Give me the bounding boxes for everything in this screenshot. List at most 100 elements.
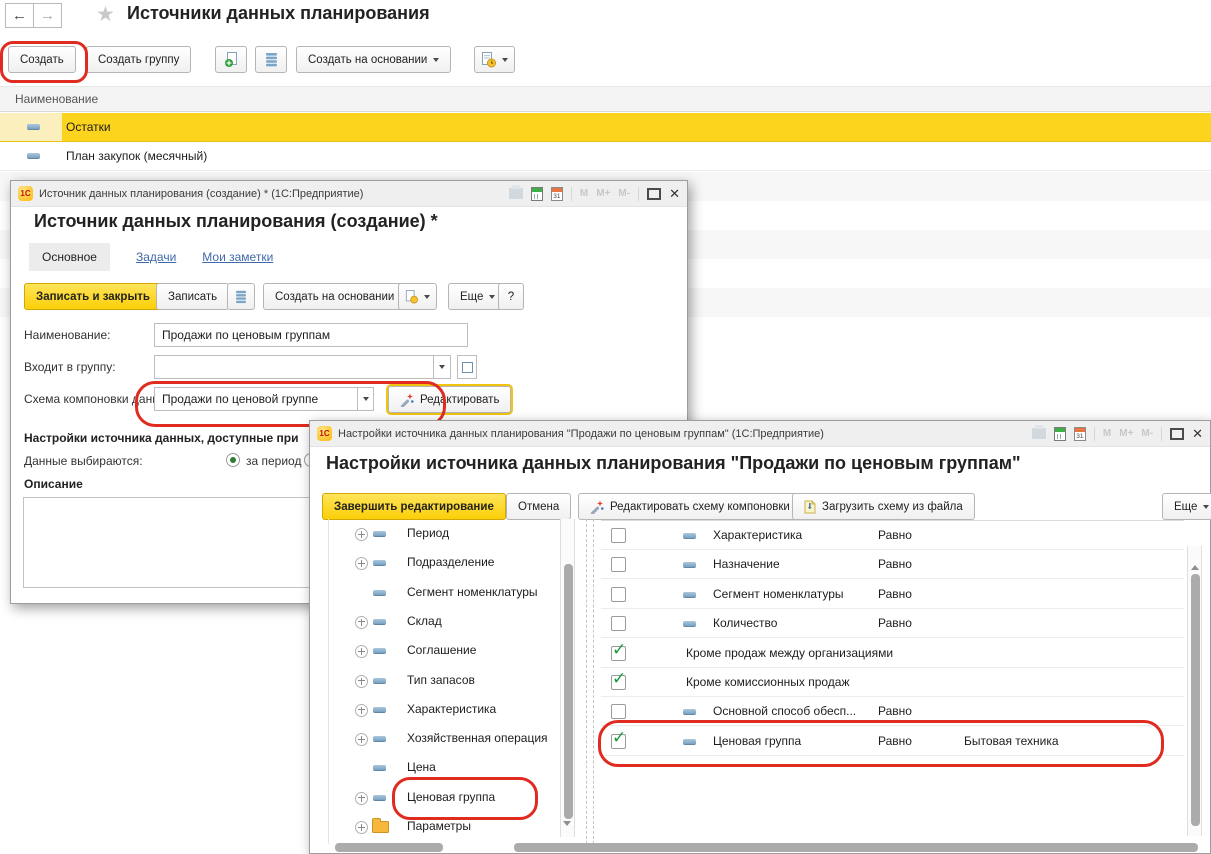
radio-for-period[interactable]: [226, 453, 240, 467]
calendar-icon[interactable]: 31: [551, 187, 563, 201]
tree-item-8[interactable]: Хозяйственная операция: [329, 724, 559, 753]
close-icon[interactable]: ✕: [1192, 427, 1203, 440]
condition-label: Кроме комиссионных продаж: [686, 675, 849, 689]
conditions-scrollbar-thumb[interactable]: [1191, 574, 1200, 826]
checkbox-unchecked[interactable]: [611, 557, 626, 572]
dialog1-titlebar[interactable]: 1С Источник данных планирования (создани…: [11, 181, 687, 207]
save-button[interactable]: Записать: [156, 283, 229, 310]
create-button[interactable]: Создать: [8, 46, 76, 73]
tree-item-2[interactable]: Подразделение: [329, 548, 559, 577]
calculator-icon[interactable]: [1054, 427, 1066, 441]
memory-m-plus-button[interactable]: M+: [1119, 428, 1133, 439]
checkbox-unchecked[interactable]: [611, 587, 626, 602]
conditions-hscrollbar-thumb[interactable]: [514, 843, 1198, 852]
condition-row[interactable]: Кроме продаж между организациями: [601, 639, 1184, 668]
forward-button[interactable]: →: [33, 3, 62, 28]
maximize-icon[interactable]: [647, 188, 661, 200]
save-and-close-button[interactable]: Записать и закрыть: [24, 283, 162, 310]
more-button[interactable]: Еще: [1162, 493, 1211, 520]
tree-item-9[interactable]: Цена: [329, 753, 559, 782]
close-icon[interactable]: ✕: [669, 187, 680, 200]
condition-row[interactable]: Ценовая группаРавноБытовая техника: [601, 727, 1184, 756]
list-row[interactable]: Остатки: [0, 113, 1211, 142]
tree-item-3[interactable]: Сегмент номенклатуры: [329, 578, 559, 607]
tree-item-10[interactable]: Ценовая группа: [329, 783, 559, 812]
expand-icon[interactable]: [355, 792, 368, 805]
condition-row[interactable]: ХарактеристикаРавно: [601, 521, 1184, 550]
tree-item-4[interactable]: Склад: [329, 607, 559, 636]
name-input[interactable]: Продажи по ценовым группам: [154, 323, 468, 347]
help-button[interactable]: ?: [498, 283, 524, 310]
memory-m-minus-button[interactable]: M-: [618, 188, 630, 199]
group-open-button[interactable]: [457, 355, 477, 379]
condition-row[interactable]: Сегмент номенклатурыРавно: [601, 580, 1184, 609]
print-icon[interactable]: [509, 188, 523, 199]
report-menu-button[interactable]: [474, 46, 515, 73]
edit-schema-button[interactable]: Редактировать: [388, 386, 511, 413]
tree-scroll-down-icon[interactable]: [563, 826, 571, 840]
condition-row[interactable]: КоличествоРавно: [601, 609, 1184, 638]
register-list-button[interactable]: [255, 46, 287, 73]
checkbox-unchecked[interactable]: [611, 704, 626, 719]
favorite-star-icon[interactable]: ★: [96, 2, 115, 27]
condition-row[interactable]: Кроме комиссионных продаж: [601, 668, 1184, 697]
create-group-button[interactable]: Создать группу: [86, 46, 191, 73]
memory-m-button[interactable]: M: [580, 188, 588, 199]
tree-item-6[interactable]: Тип запасов: [329, 666, 559, 695]
condition-row[interactable]: НазначениеРавно: [601, 550, 1184, 579]
calculator-icon[interactable]: [531, 187, 543, 201]
tree-scrollbar[interactable]: [560, 519, 575, 837]
expand-icon[interactable]: [355, 704, 368, 717]
tree-item-7[interactable]: Характеристика: [329, 695, 559, 724]
create-based-on-button[interactable]: Создать на основании: [296, 46, 451, 73]
tree-hscrollbar-thumb[interactable]: [335, 843, 443, 852]
schema-input[interactable]: Продажи по ценовой группе: [154, 387, 358, 411]
expand-icon[interactable]: [355, 557, 368, 570]
memory-m-plus-button[interactable]: M+: [596, 188, 610, 199]
copy-button[interactable]: [215, 46, 247, 73]
memory-m-minus-button[interactable]: M-: [1141, 428, 1153, 439]
calendar-icon[interactable]: 31: [1074, 427, 1086, 441]
checkbox-checked[interactable]: [611, 734, 626, 749]
panel-splitter[interactable]: [586, 519, 594, 844]
schema-dropdown-button[interactable]: [358, 387, 374, 411]
edit-composition-schema-button[interactable]: Редактировать схему компоновки: [578, 493, 802, 520]
group-input[interactable]: [154, 355, 434, 379]
dialog2-titlebar[interactable]: 1С Настройки источника данных планирован…: [310, 421, 1210, 447]
maximize-icon[interactable]: [1170, 428, 1184, 440]
expand-icon[interactable]: [355, 645, 368, 658]
checkbox-unchecked[interactable]: [611, 616, 626, 631]
condition-row[interactable]: Основной способ обесп...Равно: [601, 697, 1184, 726]
print-icon[interactable]: [1032, 428, 1046, 439]
list-row[interactable]: План закупок (месячный): [0, 142, 1211, 171]
checkbox-unchecked[interactable]: [611, 528, 626, 543]
report-menu-button[interactable]: [398, 283, 437, 310]
expand-icon[interactable]: [355, 821, 368, 834]
checkbox-checked[interactable]: [611, 675, 626, 690]
expand-icon[interactable]: [355, 675, 368, 688]
tree-item-5[interactable]: Соглашение: [329, 636, 559, 665]
save-label: Записать: [168, 291, 217, 303]
tree-scrollbar-thumb[interactable]: [564, 564, 573, 819]
scroll-up-icon[interactable]: [1191, 551, 1199, 565]
expand-icon[interactable]: [355, 616, 368, 629]
finish-editing-button[interactable]: Завершить редактирование: [322, 493, 506, 520]
tree-item-11[interactable]: Параметры: [329, 812, 559, 841]
register-list-button[interactable]: [227, 283, 255, 310]
group-dropdown-button[interactable]: [434, 355, 451, 379]
expand-icon[interactable]: [355, 733, 368, 746]
back-button[interactable]: ←: [5, 3, 34, 28]
tab-my-notes[interactable]: Мои заметки: [202, 250, 273, 264]
conditions-scrollbar[interactable]: [1187, 546, 1202, 836]
tab-tasks[interactable]: Задачи: [136, 250, 176, 264]
cancel-button[interactable]: Отмена: [506, 493, 571, 520]
load-schema-from-file-button[interactable]: Загрузить схему из файла: [792, 493, 975, 520]
list-column-header[interactable]: Наименование: [0, 86, 1211, 112]
memory-m-button[interactable]: M: [1103, 428, 1111, 439]
expand-icon[interactable]: [355, 528, 368, 541]
tab-main[interactable]: Основное: [29, 243, 110, 271]
tree-item-1[interactable]: Период: [329, 519, 559, 548]
create-based-on-button[interactable]: Создать на основании: [263, 283, 418, 310]
conditions-list: ХарактеристикаРавноНазначениеРавноСегмен…: [601, 520, 1184, 845]
checkbox-checked[interactable]: [611, 646, 626, 661]
